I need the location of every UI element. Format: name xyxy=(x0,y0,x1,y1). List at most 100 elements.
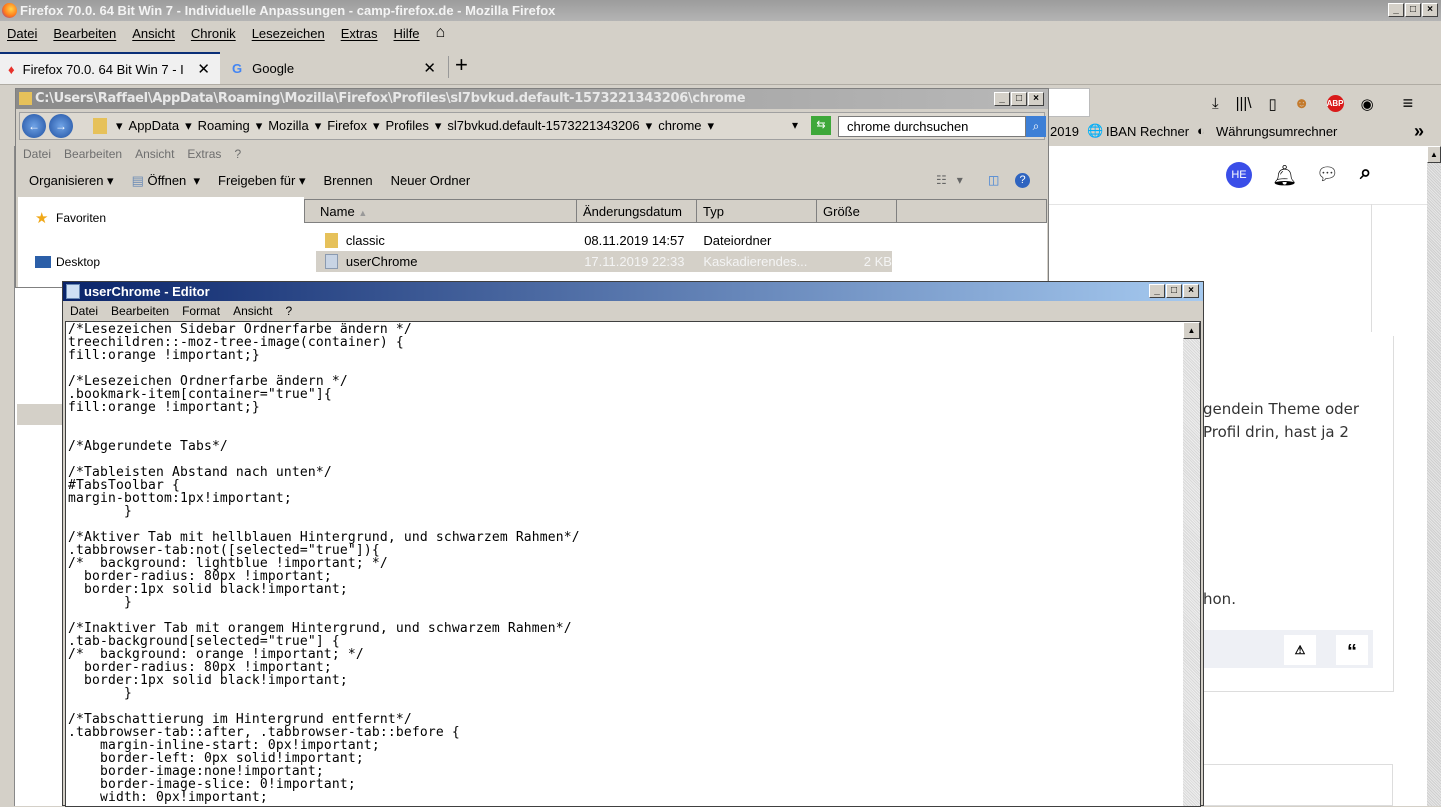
explorer-title-bar: C:\Users\Raffael\AppData\Roaming\Mozilla… xyxy=(16,89,1048,109)
post-text-line: hon. xyxy=(1203,590,1236,608)
menu-chronik[interactable]: Chronik xyxy=(191,26,236,41)
n-logo-icon: ◐ xyxy=(1197,123,1205,138)
breadcrumb-profiles[interactable]: Profiles xyxy=(385,118,428,134)
menu-datei[interactable]: Datei xyxy=(7,26,37,41)
column-type[interactable]: Typ xyxy=(697,200,817,222)
breadcrumb-firefox[interactable]: Firefox xyxy=(327,118,367,134)
explorer-menu-extras[interactable]: Extras xyxy=(187,147,221,161)
library-icon[interactable]: |||\ xyxy=(1236,95,1252,112)
share-button[interactable]: Freigeben für ▾ xyxy=(218,173,305,189)
column-size[interactable]: Größe xyxy=(817,200,897,222)
chat-icon[interactable]: 💬︎ xyxy=(1316,164,1339,185)
menu-hilfe[interactable]: Hilfe xyxy=(394,26,420,41)
file-row-selected[interactable]: userChrome 17.11.2019 22:33 Kaskadierend… xyxy=(316,251,892,272)
tab-close-icon[interactable]: ✕ xyxy=(197,60,210,78)
bookmark-2019[interactable]: 2019 xyxy=(1050,124,1079,139)
close-button[interactable]: × xyxy=(1422,3,1438,17)
adblock-plus-icon[interactable]: ABP xyxy=(1326,95,1344,112)
explorer-search-input[interactable]: chrome durchsuchen xyxy=(838,116,1026,137)
breadcrumb-mozilla[interactable]: Mozilla xyxy=(268,118,308,134)
explorer-menu-bearbeiten[interactable]: Bearbeiten xyxy=(64,147,122,161)
file-list-header: Name ▲ Änderungsdatum Typ Größe xyxy=(304,199,1047,223)
view-options-icon[interactable]: ☷ ▾ xyxy=(936,173,963,187)
explorer-minimize-button[interactable]: _ xyxy=(994,92,1010,106)
maximize-button[interactable]: □ xyxy=(1405,3,1421,17)
breadcrumb-profile[interactable]: sl7bvkud.default-1573221343206 xyxy=(447,118,639,134)
notepad-menu-format[interactable]: Format xyxy=(182,302,220,320)
breadcrumb-chrome[interactable]: chrome xyxy=(658,118,701,134)
notepad-menu-datei[interactable]: Datei xyxy=(70,302,98,320)
page-scrollbar[interactable]: ▲ xyxy=(1427,146,1441,806)
menu-ansicht[interactable]: Ansicht xyxy=(132,26,175,41)
chevron-overflow-icon[interactable]: » xyxy=(1414,121,1424,142)
star-icon: ★ xyxy=(35,210,49,227)
explorer-menu-help[interactable]: ? xyxy=(234,147,241,161)
search-icon[interactable]: ⌕ xyxy=(1360,162,1371,185)
account-icon[interactable]: ◉ xyxy=(1361,95,1374,113)
firefox-title-bar: Firefox 70.0. 64 Bit Win 7 - Individuell… xyxy=(0,0,1441,21)
tab-camp-firefox[interactable]: ♦ Firefox 70.0. 64 Bit Win 7 - I ✕ xyxy=(0,52,220,84)
bookmark-waehrungsumrechner[interactable]: Währungsumrechner xyxy=(1216,124,1337,139)
explorer-command-bar: Organisieren ▾ ▤ Öffnen ▾ Freigeben für … xyxy=(29,173,470,189)
address-dropdown-icon[interactable]: ▾ xyxy=(792,118,798,132)
folder-icon xyxy=(93,118,107,134)
explorer-maximize-button[interactable]: □ xyxy=(1011,92,1027,106)
column-date[interactable]: Änderungsdatum xyxy=(577,200,697,222)
minimize-button[interactable]: _ xyxy=(1388,3,1404,17)
notepad-menu-ansicht[interactable]: Ansicht xyxy=(233,302,272,320)
sidebar-icon[interactable]: ▯ xyxy=(1269,95,1277,113)
preview-pane-icon[interactable]: ◫ xyxy=(988,173,999,187)
hamburger-menu-icon[interactable]: ≡ xyxy=(1403,93,1414,114)
menu-lesezeichen[interactable]: Lesezeichen xyxy=(252,26,325,41)
download-icon[interactable]: ⤓ xyxy=(1212,95,1219,112)
menu-extras[interactable]: Extras xyxy=(341,26,378,41)
notepad-close-button[interactable]: × xyxy=(1183,284,1199,298)
notepad-minimize-button[interactable]: _ xyxy=(1149,284,1165,298)
file-row[interactable]: classic 08.11.2019 14:57 Dateiordner xyxy=(316,230,892,251)
search-icon[interactable]: ⌕ xyxy=(1026,116,1046,137)
notepad-menu-help[interactable]: ? xyxy=(285,302,292,320)
explorer-menu-bar: Datei Bearbeiten Ansicht Extras ? xyxy=(23,147,241,161)
explorer-menu-ansicht[interactable]: Ansicht xyxy=(135,147,174,161)
notepad-window: userChrome - Editor _ □ × Datei Bearbeit… xyxy=(62,281,1204,807)
explorer-close-button[interactable]: × xyxy=(1028,92,1044,106)
explorer-menu-datei[interactable]: Datei xyxy=(23,147,51,161)
breadcrumb-chevron[interactable]: ▾ xyxy=(116,118,123,134)
tab-close-icon[interactable]: ✕ xyxy=(423,59,436,77)
refresh-button[interactable]: ⇆ xyxy=(811,116,831,135)
notepad-scrollbar[interactable]: ▲ xyxy=(1183,322,1200,806)
nav-favorites[interactable]: Favoriten xyxy=(56,211,106,225)
help-icon[interactable]: ? xyxy=(1015,173,1030,188)
notepad-menu-bearbeiten[interactable]: Bearbeiten xyxy=(111,302,169,320)
post-actions-bar: ⚠ “ xyxy=(1203,630,1373,668)
user-avatar[interactable]: HE xyxy=(1226,162,1252,188)
report-button[interactable]: ⚠ xyxy=(1284,635,1316,665)
open-button[interactable]: ▤ Öffnen ▾ xyxy=(132,173,200,189)
notepad-maximize-button[interactable]: □ xyxy=(1166,284,1182,298)
column-name[interactable]: Name ▲ xyxy=(305,200,577,222)
bookmark-iban-rechner[interactable]: IBAN Rechner xyxy=(1106,124,1189,139)
forward-button[interactable]: → xyxy=(49,114,73,138)
notepad-icon: ▤ xyxy=(131,173,144,188)
home-icon[interactable]: ⌂ xyxy=(436,24,446,42)
organize-button[interactable]: Organisieren ▾ xyxy=(29,173,114,189)
breadcrumb-roaming[interactable]: Roaming xyxy=(198,118,250,134)
tab-google[interactable]: G Google ✕ xyxy=(224,52,448,84)
new-tab-button[interactable]: + xyxy=(455,52,468,78)
quote-button[interactable]: “ xyxy=(1336,635,1368,665)
notepad-text-area[interactable]: /*Lesezeichen Sidebar Ordnerfarbe ändern… xyxy=(65,321,1201,807)
post-text-line: Profil drin, hast ja 2 xyxy=(1203,423,1349,441)
css-file-icon xyxy=(325,254,338,269)
burn-button[interactable]: Brennen xyxy=(324,173,373,189)
breadcrumb-appdata[interactable]: AppData xyxy=(129,118,180,134)
greasemonkey-icon[interactable]: ☻ xyxy=(1294,95,1310,112)
new-folder-button[interactable]: Neuer Ordner xyxy=(391,173,470,189)
nav-desktop[interactable]: Desktop xyxy=(56,255,100,269)
menu-bearbeiten[interactable]: Bearbeiten xyxy=(53,26,116,41)
bell-icon[interactable]: 🔔︎ xyxy=(1272,163,1297,188)
folder-icon xyxy=(325,233,338,248)
scroll-up-button[interactable]: ▲ xyxy=(1183,322,1200,339)
notepad-content[interactable]: /*Lesezeichen Sidebar Ordnerfarbe ändern… xyxy=(68,323,580,804)
back-button[interactable]: ← xyxy=(22,114,46,138)
folder-icon xyxy=(19,92,32,105)
